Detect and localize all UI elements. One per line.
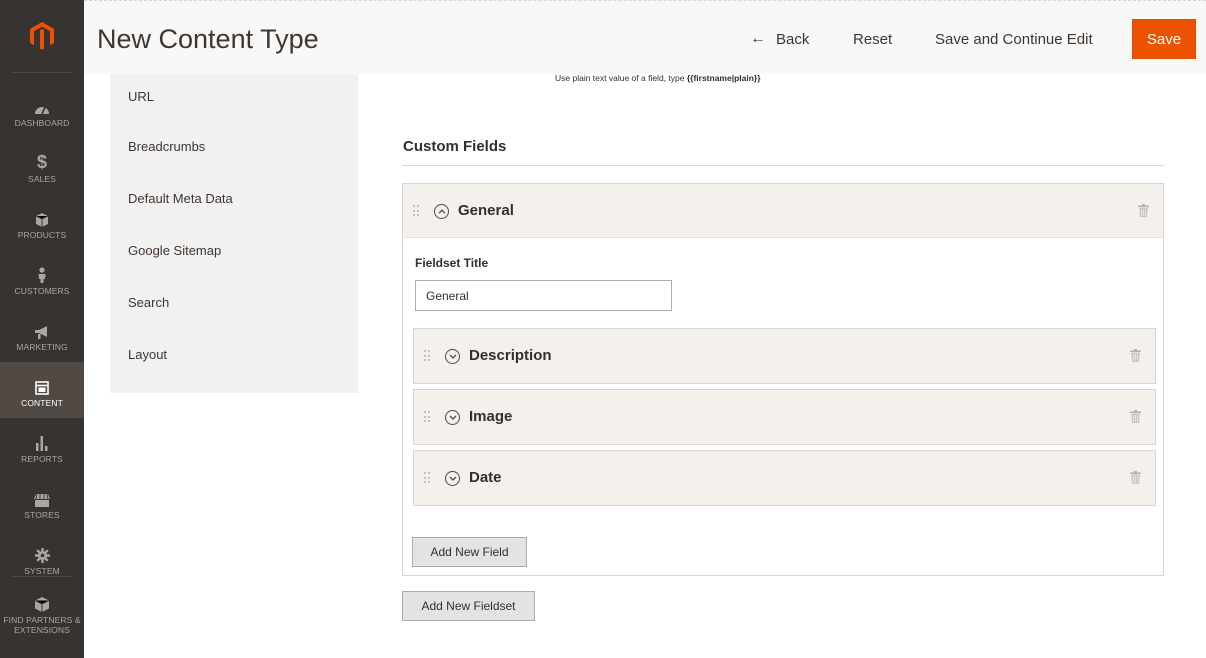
arrow-left-icon: ← [750,30,766,47]
fieldset-name: General [458,202,514,219]
dollar-icon: $ [36,151,47,172]
nav-divider [12,576,72,577]
admin-sidebar: Dashboard $ Sales Products Customers Mar… [0,0,84,658]
back-button-label: Back [776,30,810,48]
cube-icon [35,590,49,612]
magento-logo[interactable] [0,0,84,72]
field-name: Date [469,469,502,486]
logo-divider [12,72,72,73]
trash-icon[interactable] [1130,471,1141,484]
reset-button[interactable]: Reset [853,19,892,59]
person-icon [37,261,47,283]
page-title: New Content Type [97,24,319,54]
trash-icon[interactable] [1138,204,1149,217]
tab-breadcrumbs[interactable]: Breadcrumbs [128,139,205,154]
save-and-continue-button[interactable]: Save and Continue Edit [935,19,1093,59]
drag-handle-icon[interactable] [424,350,430,362]
nav-item-stores[interactable]: Stores [0,474,84,530]
hint-code: {{firstname|plain}} [686,73,761,83]
field-name: Image [469,408,513,425]
nav-item-content[interactable]: Content [0,362,84,418]
fieldset-header[interactable]: General [403,184,1163,238]
nav-item-sales[interactable]: $ Sales [0,138,84,194]
add-new-field-button[interactable]: Add New Field [412,537,527,567]
page-header: New Content Type ← Back Reset Save and C… [84,0,1206,74]
nav-item-marketing[interactable]: Marketing [0,306,84,362]
nav-item-find-partners[interactable]: Find Partners & Extensions [0,582,84,642]
fieldset-title-input[interactable] [415,280,672,311]
box-icon [36,205,48,227]
tab-default-meta-data[interactable]: Default Meta Data [128,191,233,206]
drag-handle-icon[interactable] [424,411,430,423]
fieldset-title-label: Fieldset Title [415,256,489,270]
chevron-up-icon[interactable] [434,204,449,219]
drag-handle-icon[interactable] [424,472,430,484]
nav-item-customers[interactable]: Customers [0,250,84,306]
field-row-description[interactable]: Description [413,328,1156,384]
trash-icon[interactable] [1130,349,1141,362]
field-name: Description [469,347,552,364]
storefront-icon [34,485,50,507]
tab-layout[interactable]: Layout [128,347,167,362]
add-new-fieldset-button[interactable]: Add New Fieldset [402,591,535,621]
layout-icon [35,373,49,395]
tab-search[interactable]: Search [128,295,169,310]
section-divider [402,165,1164,166]
gear-icon [34,541,50,563]
nav-item-reports[interactable]: Reports [0,418,84,474]
nav-item-dashboard[interactable]: Dashboard [0,82,84,138]
back-button[interactable]: ← Back [750,19,809,59]
tab-url[interactable]: URL [128,89,154,104]
field-row-date[interactable]: Date [413,450,1156,506]
trash-icon[interactable] [1130,410,1141,423]
field-row-image[interactable]: Image [413,389,1156,445]
dashboard-icon [34,93,50,115]
save-button[interactable]: Save [1132,19,1196,59]
fieldset-general: General Fieldset Title Description Image… [402,183,1164,576]
tab-google-sitemap[interactable]: Google Sitemap [128,243,221,258]
custom-fields-title: Custom Fields [403,138,507,155]
field-hint-text: Use plain text value of a field, type {{… [555,73,761,83]
bar-chart-icon [35,429,49,451]
nav-item-system[interactable]: System [0,530,84,586]
megaphone-icon [34,317,50,339]
chevron-down-icon[interactable] [445,471,460,486]
nav-item-products[interactable]: Products [0,194,84,250]
tabs-panel: URL Breadcrumbs Default Meta Data Google… [110,74,358,393]
hint-prefix: Use plain text value of a field, type [555,73,687,83]
drag-handle-icon[interactable] [413,205,419,217]
chevron-down-icon[interactable] [445,410,460,425]
chevron-down-icon[interactable] [445,349,460,364]
